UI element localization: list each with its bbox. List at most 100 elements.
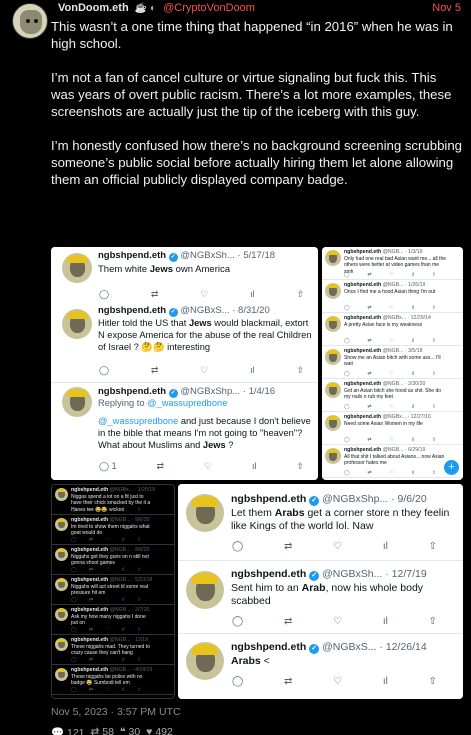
views-icon[interactable]: ıl [122, 537, 125, 543]
retweet-icon[interactable]: ⇄ [151, 289, 159, 300]
share-icon[interactable]: ⇧ [137, 507, 141, 513]
share-icon[interactable]: ⇧ [432, 437, 436, 443]
retweet-icon[interactable]: ⇄ [157, 461, 165, 472]
reply-icon[interactable]: ◯ [232, 676, 243, 687]
reply-icon[interactable]: ◯ [232, 541, 243, 552]
retweet-icon[interactable]: ⇄ [367, 437, 371, 443]
like-icon[interactable]: ♡ [333, 616, 342, 627]
like-icon[interactable]: ♡ [389, 371, 393, 377]
reply-icon[interactable]: ◯ 1 [99, 461, 117, 472]
views-icon[interactable]: ıl [383, 676, 388, 687]
like-icon[interactable]: ♡ [389, 305, 393, 311]
share-icon[interactable]: ⇧ [137, 567, 141, 573]
share-icon[interactable]: ⇧ [429, 676, 437, 687]
views-icon[interactable]: ıl [412, 404, 415, 410]
retweet-icon[interactable]: ⇄ [367, 338, 371, 344]
retweet-icon[interactable]: ⇄ [89, 567, 93, 573]
retweet-icon[interactable]: ⇄ [367, 305, 371, 311]
like-icon[interactable]: ♡ [389, 338, 393, 344]
reply-icon[interactable]: ◯ [344, 470, 350, 476]
retweet-icon[interactable]: ⇄ [284, 541, 292, 552]
reply-icon[interactable]: ◯ [71, 537, 77, 543]
retweet-icon[interactable]: ⇄ [367, 404, 371, 410]
views-icon[interactable]: ıl [383, 616, 388, 627]
retweet-icon[interactable]: ⇄ [89, 507, 93, 513]
reply-icon[interactable]: ◯ [344, 404, 350, 410]
share-icon[interactable]: ⇧ [137, 627, 141, 633]
attached-image-2[interactable]: ngbshpend.eth @NGB... · 1/3/19 Only had o… [322, 247, 463, 480]
views-icon[interactable]: ıl [122, 687, 125, 693]
compose-fab-button[interactable]: + [444, 460, 459, 475]
like-icon[interactable]: ♡ [105, 627, 109, 633]
views-icon[interactable]: ıl [250, 289, 255, 300]
views-icon[interactable]: ıl [122, 567, 125, 573]
share-icon[interactable]: ⇧ [296, 461, 304, 472]
views-icon[interactable]: ıl [412, 470, 415, 476]
like-icon[interactable]: ♡ [389, 437, 393, 443]
like-icon[interactable]: ♡ [105, 567, 109, 573]
views-icon[interactable]: ıl [383, 541, 388, 552]
like-icon[interactable]: ♡ [105, 507, 109, 513]
views-icon[interactable]: ıl [122, 507, 125, 513]
like-icon[interactable]: ♡ [200, 289, 208, 300]
like-count-stat[interactable]: ♥ 492 [146, 726, 173, 735]
reply-icon[interactable]: ◯ [71, 567, 77, 573]
share-icon[interactable]: ⇧ [137, 687, 141, 693]
reply-icon[interactable]: ◯ [344, 305, 350, 311]
attached-image-4[interactable]: ngbshpend.eth ✓ @NGBxShp... · 9/6/20 Let… [178, 484, 463, 699]
views-icon[interactable]: ıl [122, 657, 125, 663]
reply-icon[interactable]: ◯ [344, 338, 350, 344]
share-icon[interactable]: ⇧ [432, 305, 436, 311]
reply-count-stat[interactable]: 💬 121 [51, 726, 85, 735]
like-icon[interactable]: ♡ [389, 404, 393, 410]
like-icon[interactable]: ♡ [105, 597, 109, 603]
share-icon[interactable]: ⇧ [429, 541, 437, 552]
share-icon[interactable]: ⇧ [137, 597, 141, 603]
retweet-icon[interactable]: ⇄ [367, 470, 371, 476]
post-timestamp[interactable]: Nov 5, 2023 · 3:57 PM UTC [51, 706, 181, 718]
like-icon[interactable]: ♡ [105, 657, 109, 663]
like-icon[interactable]: ♡ [389, 272, 393, 278]
views-icon[interactable]: ıl [412, 305, 415, 311]
like-icon[interactable]: ♡ [389, 470, 393, 476]
views-icon[interactable]: ıl [412, 272, 415, 278]
views-icon[interactable]: ıl [122, 597, 125, 603]
share-icon[interactable]: ⇧ [296, 365, 304, 376]
reply-icon[interactable]: ◯ [232, 616, 243, 627]
retweet-icon[interactable]: ⇄ [367, 272, 371, 278]
like-icon[interactable]: ♡ [105, 537, 109, 543]
retweet-icon[interactable]: ⇄ [89, 537, 93, 543]
like-icon[interactable]: ♡ [105, 687, 109, 693]
retweet-icon[interactable]: ⇄ [367, 371, 371, 377]
author-display-name[interactable]: VonDoom.eth [58, 2, 129, 14]
share-icon[interactable]: ⇧ [432, 470, 436, 476]
views-icon[interactable]: ıl [412, 437, 415, 443]
like-icon[interactable]: ♡ [204, 461, 212, 472]
views-icon[interactable]: ıl [122, 627, 125, 633]
reply-icon[interactable]: ◯ [71, 657, 77, 663]
retweet-icon[interactable]: ⇄ [284, 676, 292, 687]
reply-icon[interactable]: ◯ [344, 272, 350, 278]
views-icon[interactable]: ıl [412, 371, 415, 377]
retweet-icon[interactable]: ⇄ [284, 616, 292, 627]
share-icon[interactable]: ⇧ [137, 657, 141, 663]
retweet-icon[interactable]: ⇄ [89, 687, 93, 693]
attached-image-1[interactable]: ngbshpend.eth ✓ @NGBxSh... · 5/17/18 The… [51, 247, 318, 480]
reply-icon[interactable]: ◯ [344, 371, 350, 377]
views-icon[interactable]: ıl [250, 365, 255, 376]
author-handle[interactable]: @CryptoVonDoom [163, 2, 255, 14]
share-icon[interactable]: ⇧ [432, 272, 436, 278]
share-icon[interactable]: ⇧ [429, 616, 437, 627]
post-date[interactable]: Nov 5 [432, 2, 461, 14]
retweet-icon[interactable]: ⇄ [151, 365, 159, 376]
share-icon[interactable]: ⇧ [432, 404, 436, 410]
reply-mention-link[interactable]: @_wassupredbone [147, 398, 227, 408]
retweet-icon[interactable]: ⇄ [89, 597, 93, 603]
retweet-count-stat[interactable]: ⇄ 58 [91, 726, 114, 735]
like-icon[interactable]: ♡ [333, 676, 342, 687]
reply-icon[interactable]: ◯ [71, 627, 77, 633]
retweet-icon[interactable]: ⇄ [89, 627, 93, 633]
reply-icon[interactable]: ◯ [71, 507, 77, 513]
like-icon[interactable]: ♡ [333, 541, 342, 552]
reply-icon[interactable]: ◯ [99, 365, 109, 376]
